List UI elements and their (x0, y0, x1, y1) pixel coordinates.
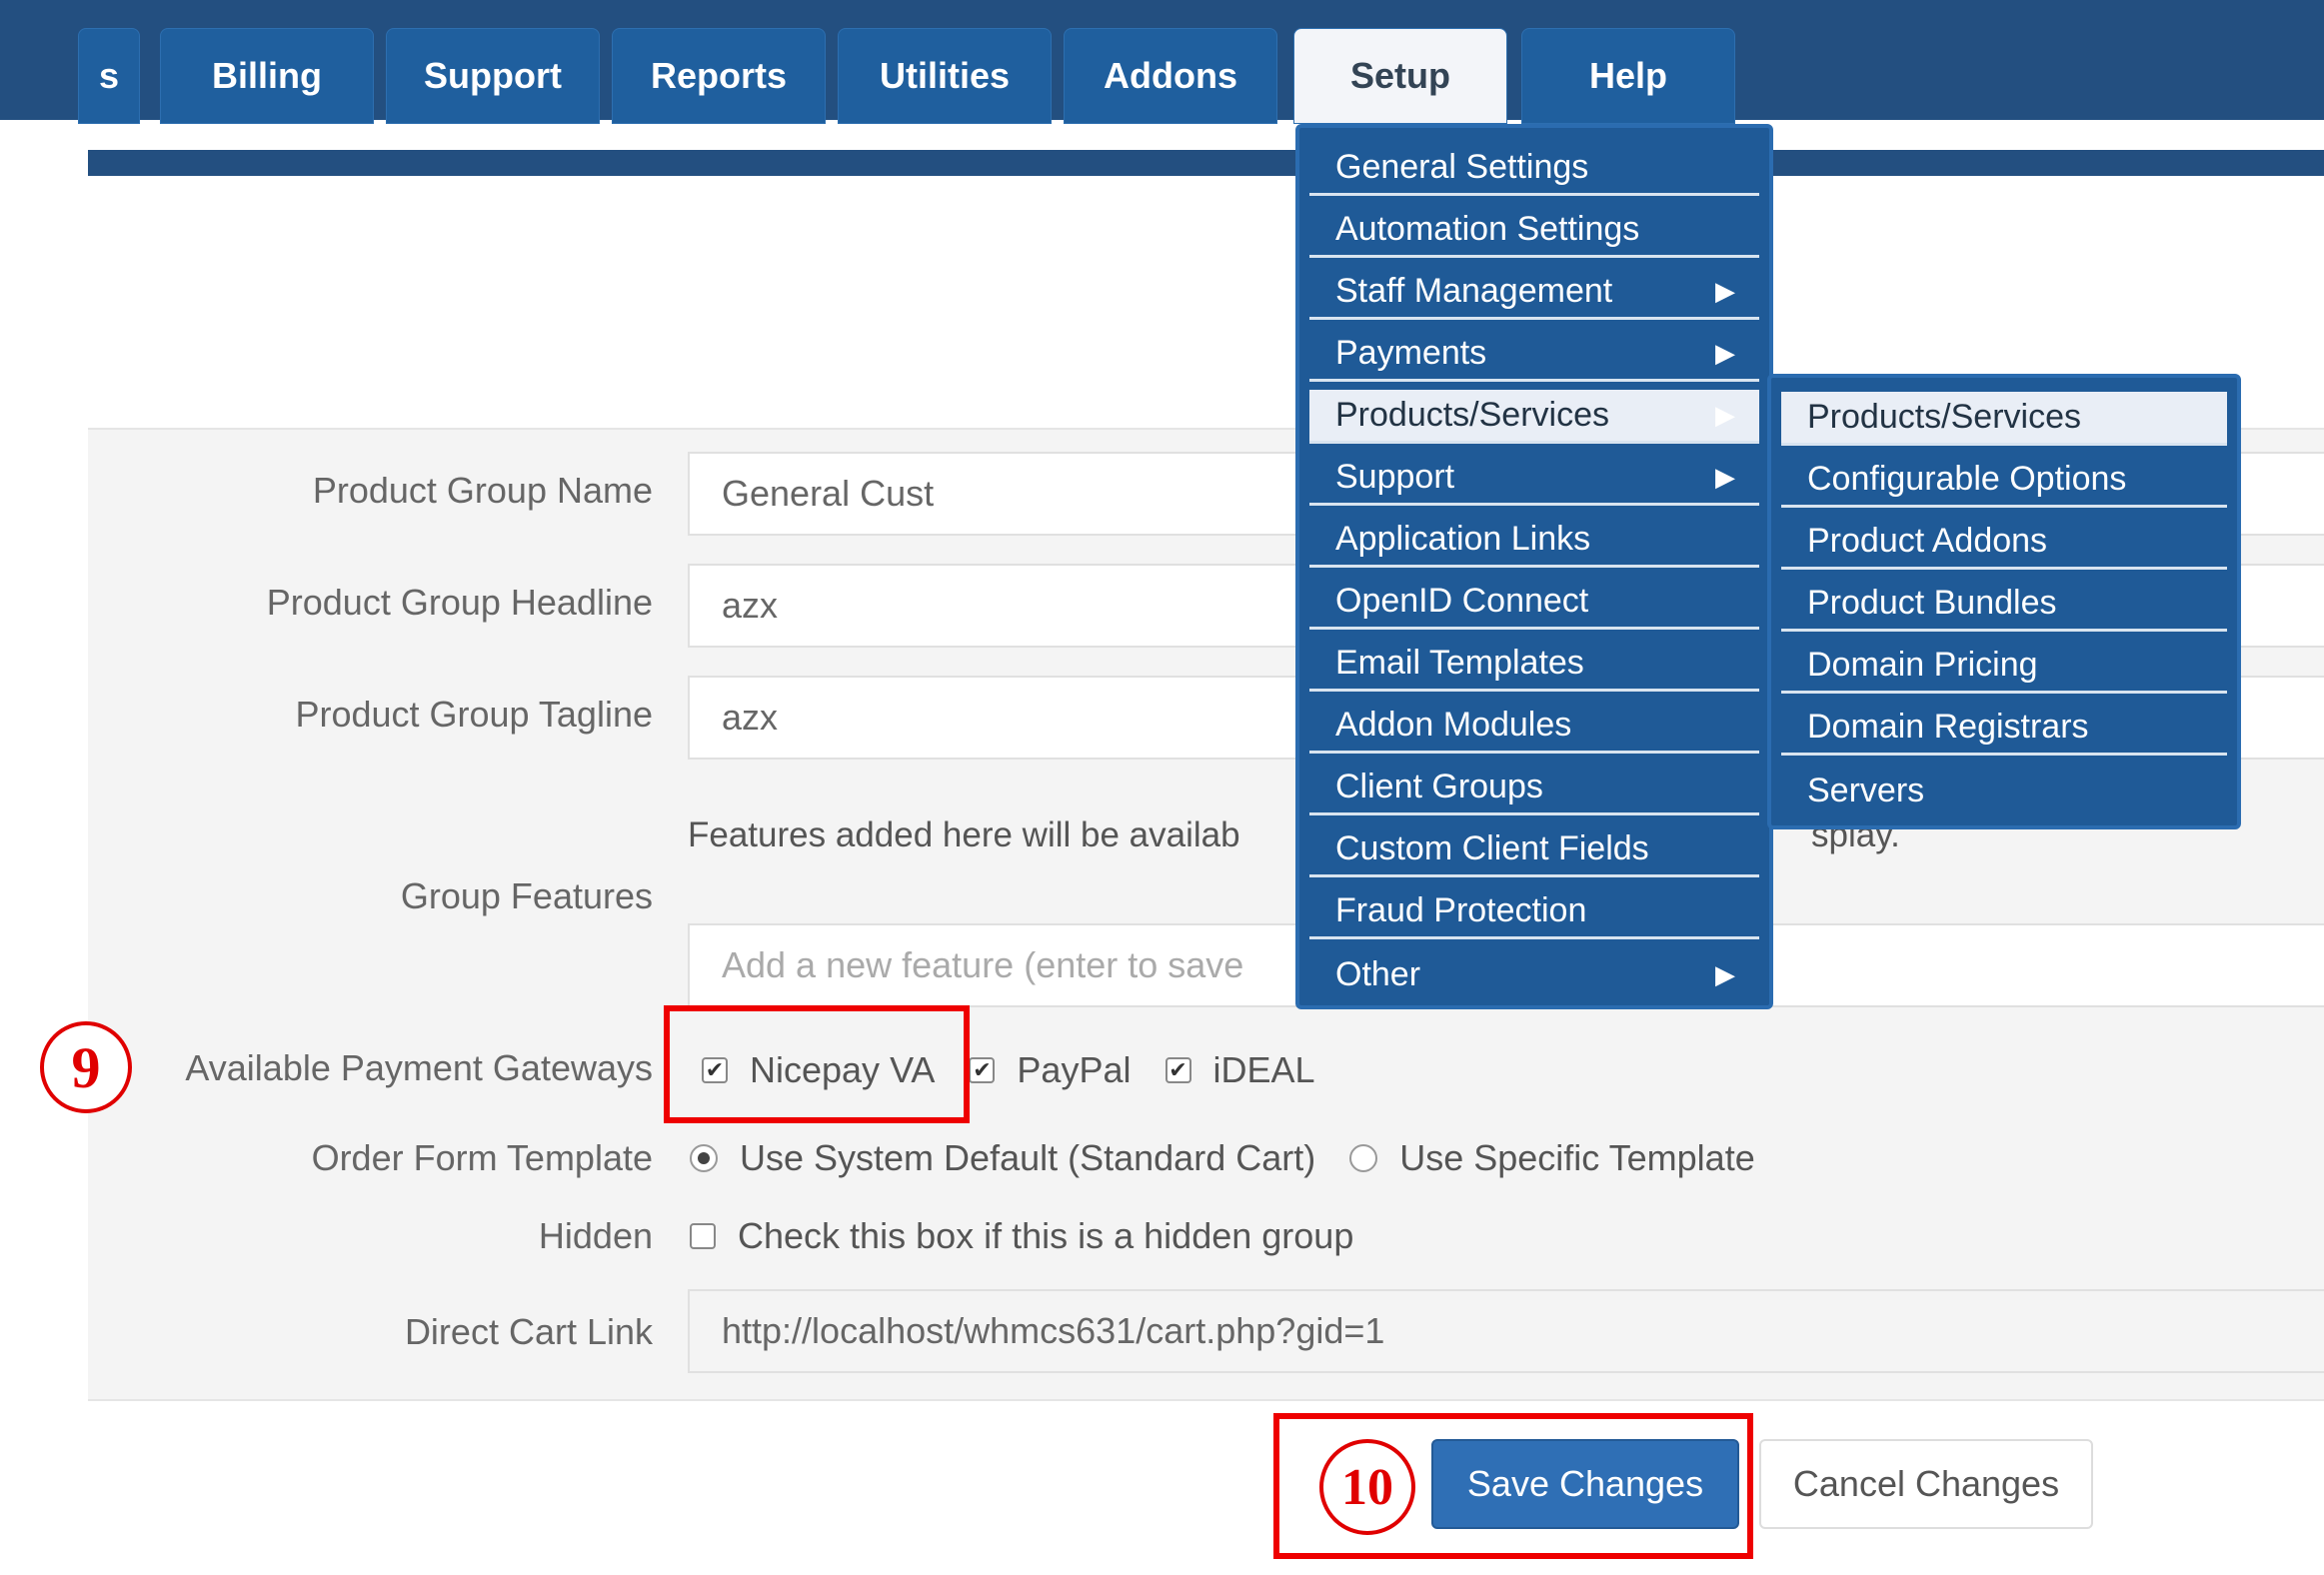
menu-staff-management[interactable]: Staff Management ▶ (1309, 266, 1759, 320)
menu-client-groups[interactable]: Client Groups (1309, 762, 1759, 815)
menu-addon-modules[interactable]: Addon Modules (1309, 700, 1759, 754)
tab-partial[interactable]: s (78, 28, 140, 124)
tagline-label: Product Group Tagline (295, 694, 653, 735)
menu-support[interactable]: Support ▶ (1309, 452, 1759, 506)
menu-application-links[interactable]: Application Links (1309, 514, 1759, 568)
headline-label: Product Group Headline (266, 582, 653, 623)
tab-billing[interactable]: Billing (160, 28, 374, 124)
features-label: Group Features (400, 875, 653, 916)
gateway-paypal-checkbox[interactable]: ✔ (969, 1057, 996, 1083)
features-hint-left: Features added here will be availab (688, 815, 1240, 854)
menu-automation-settings[interactable]: Automation Settings (1309, 204, 1759, 258)
cart-link-field[interactable]: http://localhost/whmcs631/cart.php?gid=1 (688, 1289, 2324, 1373)
menu-openid-connect[interactable]: OpenID Connect (1309, 576, 1759, 630)
hidden-label: Hidden (538, 1215, 653, 1256)
template-default-radio[interactable] (690, 1144, 718, 1172)
tab-utilities[interactable]: Utilities (838, 28, 1052, 124)
annotation-step-9: 9 (40, 1021, 132, 1113)
tab-support[interactable]: Support (386, 28, 600, 124)
template-default-label: Use System Default (Standard Cart) (740, 1137, 1316, 1178)
chevron-right-icon: ▶ (1715, 462, 1735, 492)
submenu-configurable-options[interactable]: Configurable Options (1781, 454, 2227, 508)
submenu-product-bundles[interactable]: Product Bundles (1781, 578, 2227, 632)
chevron-right-icon: ▶ (1715, 338, 1735, 368)
chevron-right-icon: ▶ (1715, 958, 1735, 989)
nav-underline-strip (88, 150, 2324, 176)
cart-link-label: Direct Cart Link (404, 1311, 653, 1352)
tab-reports[interactable]: Reports (612, 28, 826, 124)
submenu-products-services[interactable]: Products/Services (1781, 392, 2227, 446)
gateway-ideal-label: iDEAL (1212, 1049, 1315, 1090)
gateway-ideal-checkbox[interactable]: ✔ (1164, 1057, 1191, 1083)
menu-custom-client-fields[interactable]: Custom Client Fields (1309, 823, 1759, 877)
template-options: Use System Default (Standard Cart) Use S… (690, 1137, 1755, 1179)
menu-fraud-protection[interactable]: Fraud Protection (1309, 885, 1759, 939)
annotation-step-10: 10 (1319, 1439, 1415, 1535)
submenu-servers[interactable]: Servers (1781, 764, 2227, 817)
template-specific-label: Use Specific Template (1399, 1137, 1755, 1178)
chevron-right-icon: ▶ (1715, 400, 1735, 430)
menu-payments[interactable]: Payments ▶ (1309, 328, 1759, 382)
cancel-changes-button[interactable]: Cancel Changes (1759, 1439, 2093, 1529)
products-submenu: Products/Services Configurable Options P… (1767, 374, 2241, 829)
hidden-checkbox[interactable] (690, 1223, 716, 1249)
hidden-option: Check this box if this is a hidden group (690, 1215, 1353, 1257)
group-name-label: Product Group Name (312, 470, 653, 511)
submenu-product-addons[interactable]: Product Addons (1781, 516, 2227, 570)
chevron-right-icon: ▶ (1715, 276, 1735, 306)
menu-email-templates[interactable]: Email Templates (1309, 638, 1759, 692)
template-specific-radio[interactable] (1349, 1144, 1378, 1172)
setup-dropdown-menu: General Settings Automation Settings Sta… (1295, 124, 1773, 1009)
gateways-label: Available Payment Gateways (185, 1047, 653, 1088)
submenu-domain-pricing[interactable]: Domain Pricing (1781, 640, 2227, 694)
template-label: Order Form Template (311, 1137, 653, 1178)
tab-addons[interactable]: Addons (1064, 28, 1277, 124)
tab-setup[interactable]: Setup (1293, 28, 1507, 124)
gateway-paypal-label: PayPal (1017, 1049, 1132, 1090)
menu-general-settings[interactable]: General Settings (1309, 142, 1759, 196)
submenu-domain-registrars[interactable]: Domain Registrars (1781, 702, 2227, 756)
tab-help[interactable]: Help (1521, 28, 1735, 124)
annotation-box-gateway (664, 1005, 970, 1123)
hidden-text: Check this box if this is a hidden group (738, 1215, 1354, 1256)
menu-products-services[interactable]: Products/Services ▶ (1309, 390, 1759, 444)
menu-other[interactable]: Other ▶ (1309, 947, 1759, 1001)
